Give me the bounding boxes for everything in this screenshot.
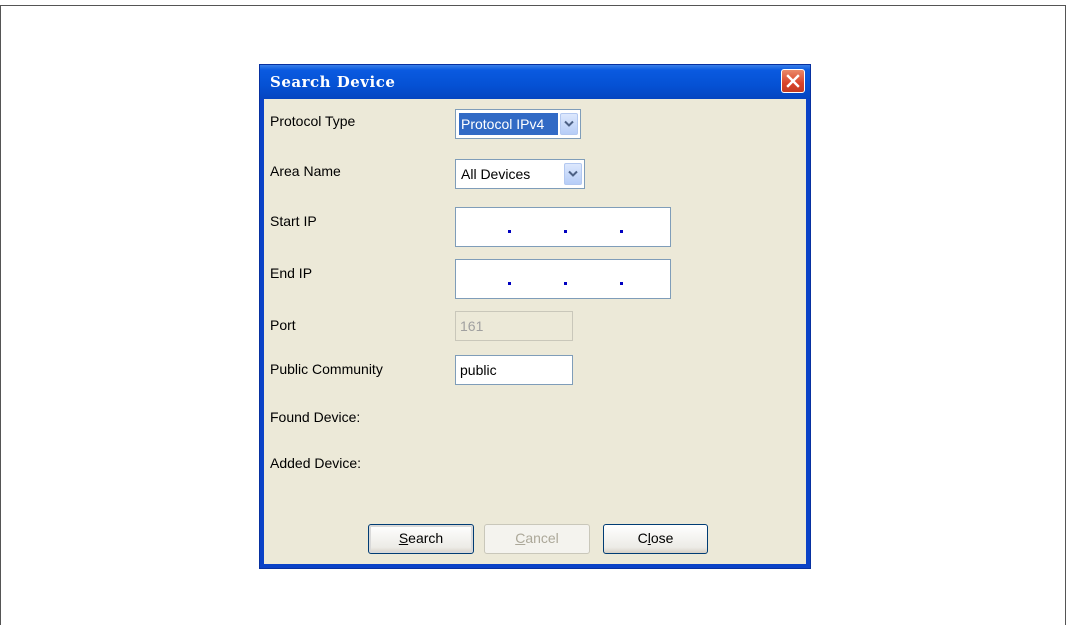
area-name-select[interactable]: All Devices	[455, 159, 585, 189]
public-community-field[interactable]: public	[455, 355, 573, 385]
ip-separator-dot	[564, 282, 567, 285]
dialog-client-area: Protocol Type Protocol IPv4 Area Name Al…	[264, 99, 806, 564]
close-x-icon	[786, 74, 800, 88]
dialog-titlebar[interactable]: Search Device	[260, 65, 810, 99]
ip-separator-dot	[620, 282, 623, 285]
close-window-button[interactable]	[781, 69, 805, 93]
cancel-mnemonic: C	[515, 530, 526, 546]
protocol-type-value: Protocol IPv4	[459, 113, 558, 135]
found-device-label: Found Device:	[270, 409, 361, 425]
dialog-title: Search Device	[270, 73, 396, 91]
ip-separator-dot	[564, 230, 567, 233]
search-mnemonic: S	[398, 530, 409, 546]
chevron-down-icon	[568, 170, 578, 177]
port-field: 161	[455, 311, 573, 341]
area-name-value: All Devices	[461, 166, 531, 182]
close-label-rest: ose	[650, 530, 674, 546]
start-ip-input[interactable]	[455, 207, 671, 247]
search-label-rest: earch	[408, 530, 444, 546]
end-ip-input[interactable]	[455, 259, 671, 299]
search-device-dialog: Search Device Protocol Type Protocol IPv…	[259, 64, 811, 569]
protocol-type-select[interactable]: Protocol IPv4	[455, 109, 581, 139]
protocol-type-label: Protocol Type	[270, 113, 356, 129]
protocol-dropdown-button[interactable]	[560, 113, 578, 135]
ip-separator-dot	[508, 230, 511, 233]
port-label: Port	[270, 317, 296, 333]
cancel-button[interactable]: Cancel	[484, 524, 590, 554]
public-community-label: Public Community	[270, 361, 383, 377]
added-device-label: Added Device:	[270, 455, 362, 471]
area-name-label: Area Name	[270, 163, 341, 179]
end-ip-label: End IP	[270, 265, 313, 281]
close-label-pre: C	[637, 530, 648, 546]
chevron-down-icon	[564, 120, 574, 127]
close-button[interactable]: Close	[603, 524, 708, 554]
area-dropdown-button[interactable]	[564, 163, 582, 185]
ip-separator-dot	[508, 282, 511, 285]
start-ip-label: Start IP	[270, 213, 317, 229]
ip-separator-dot	[620, 230, 623, 233]
cancel-label-rest: ancel	[525, 530, 559, 546]
search-button[interactable]: Search	[368, 524, 474, 554]
